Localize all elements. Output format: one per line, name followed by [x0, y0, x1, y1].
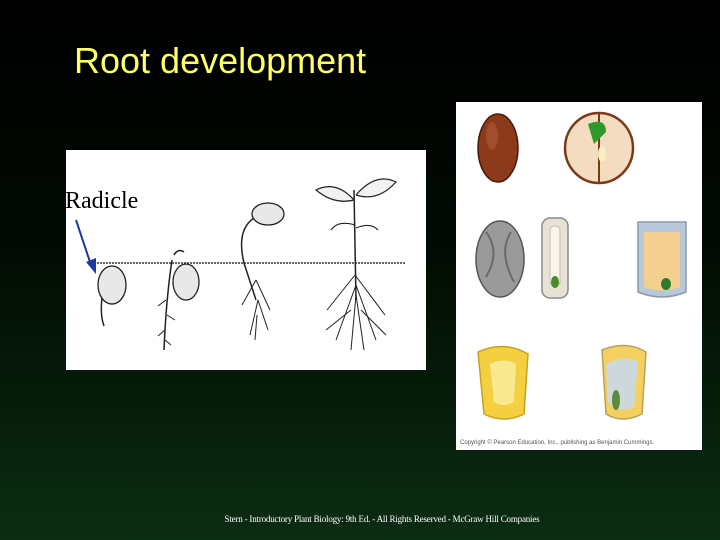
radicle-label: Radicle: [65, 188, 139, 214]
seed-anatomy-illustration: Copyright © Pearson Education, Inc., pub…: [456, 102, 702, 450]
footer-credit: Stern - Introductory Plant Biology: 9th …: [0, 514, 720, 524]
footer-text: Stern - Introductory Plant Biology: 9th …: [224, 514, 540, 524]
slide-title: Root development: [74, 40, 367, 81]
copyright-notice: Copyright © Pearson Education, Inc., pub…: [460, 440, 655, 446]
germination-illustration: [66, 150, 426, 370]
